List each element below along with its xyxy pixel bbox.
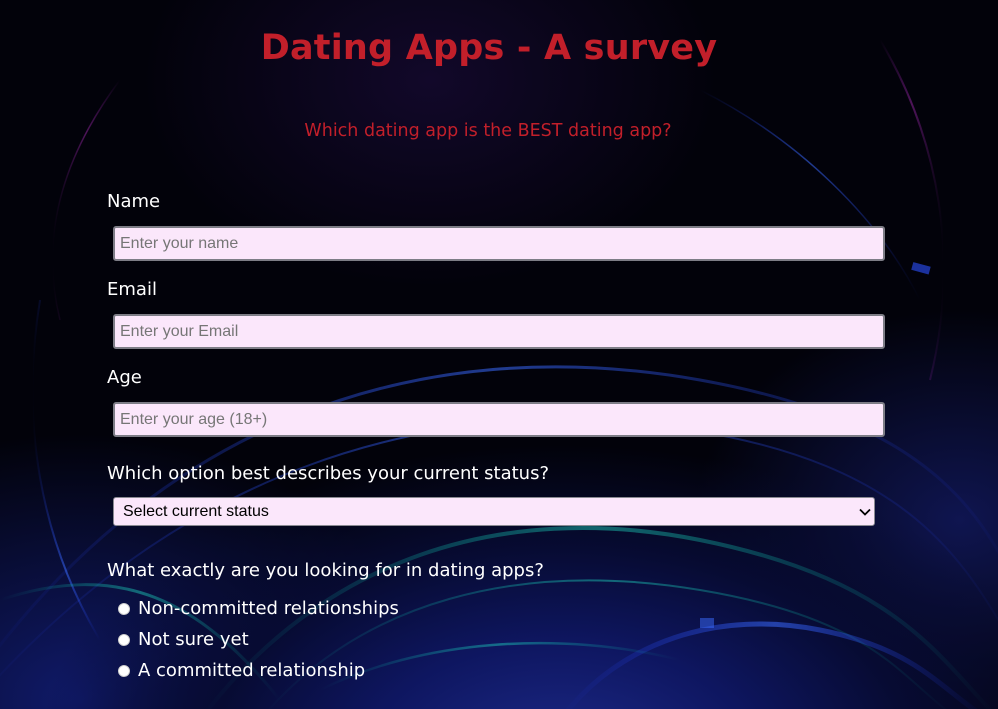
page-subtitle: Which dating app is the BEST dating app? bbox=[304, 121, 672, 141]
chevron-down-icon bbox=[858, 505, 872, 519]
page-title: Dating Apps - A survey bbox=[260, 28, 718, 68]
email-input[interactable] bbox=[113, 314, 885, 349]
name-label: Name bbox=[107, 191, 161, 212]
age-label: Age bbox=[107, 367, 142, 388]
radio-label: Non-committed relationships bbox=[138, 598, 399, 619]
radio-label: Not sure yet bbox=[138, 629, 249, 650]
radio-button[interactable] bbox=[118, 664, 130, 677]
survey-page: Dating Apps - A survey Which dating app … bbox=[0, 0, 998, 709]
radio-button[interactable] bbox=[118, 633, 130, 646]
status-select[interactable]: Select current status bbox=[113, 497, 875, 526]
radio-label: A committed relationship bbox=[138, 660, 366, 681]
name-input[interactable] bbox=[113, 226, 885, 261]
email-label: Email bbox=[107, 279, 157, 300]
looking-for-question: What exactly are you looking for in dati… bbox=[107, 560, 544, 581]
age-input[interactable] bbox=[113, 402, 885, 437]
radio-option-not-sure[interactable]: Not sure yet bbox=[118, 629, 249, 650]
radio-option-non-committed[interactable]: Non-committed relationships bbox=[118, 598, 399, 619]
status-selected-value: Select current status bbox=[123, 502, 269, 520]
radio-option-committed[interactable]: A committed relationship bbox=[118, 660, 365, 681]
radio-button[interactable] bbox=[118, 602, 130, 615]
status-question: Which option best describes your current… bbox=[107, 463, 550, 484]
